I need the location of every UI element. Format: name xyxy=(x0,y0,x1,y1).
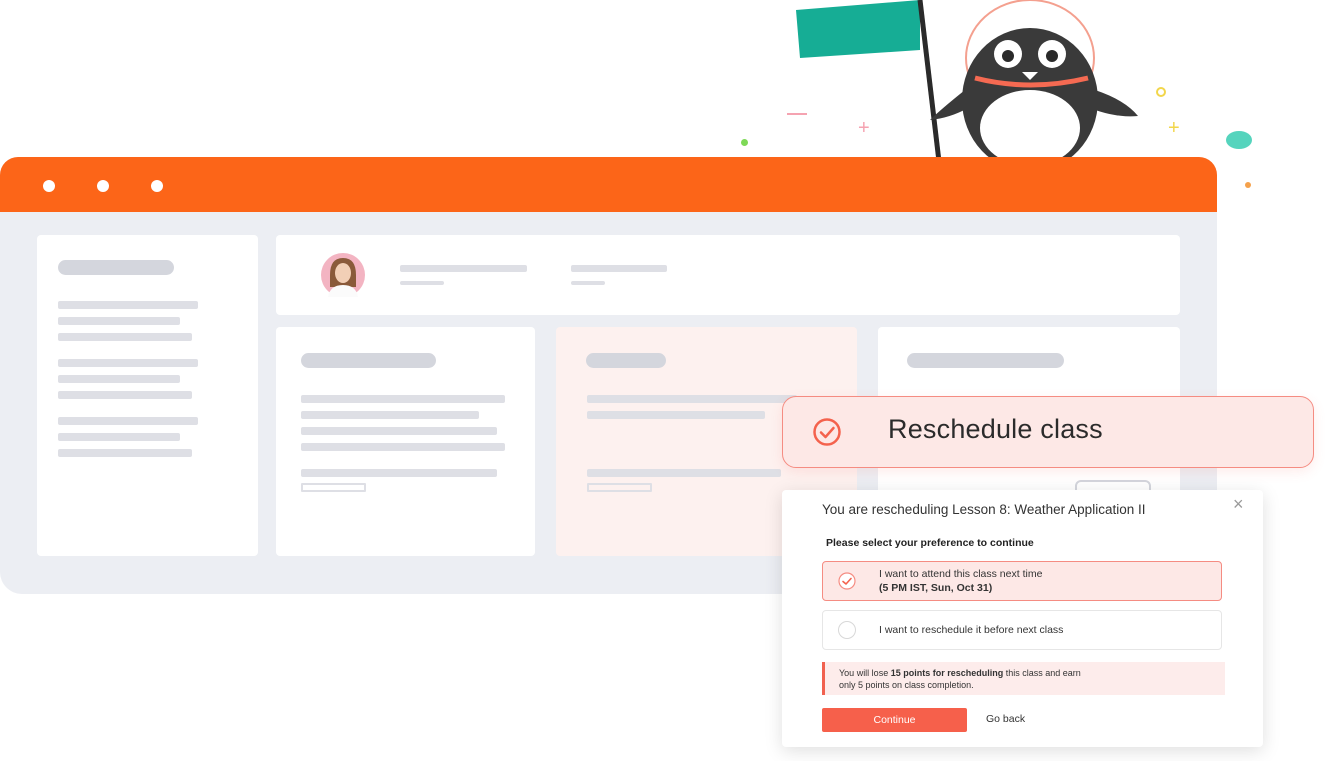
window-titlebar xyxy=(0,157,1217,212)
banner-title: Reschedule class xyxy=(888,414,1103,444)
dialog-subtitle: Please select your preference to continu… xyxy=(826,537,1034,549)
window-dot-3 xyxy=(151,180,163,192)
warning-text: You will lose 15 points for rescheduling… xyxy=(839,668,1081,691)
warning-line2: only 5 points on class completion. xyxy=(839,679,974,690)
profile-header-placeholder xyxy=(276,235,1180,315)
confetti-dot xyxy=(741,139,748,146)
option-label: I want to reschedule it before next clas… xyxy=(879,624,1064,636)
content-card-1 xyxy=(276,327,535,556)
confetti-plus-yellow: + xyxy=(1168,117,1180,139)
continue-button[interactable]: Continue xyxy=(822,708,967,732)
confetti-teal-dot xyxy=(1226,131,1252,149)
option-label: I want to attend this class next time xyxy=(879,568,1043,580)
radio-checked-icon[interactable] xyxy=(838,572,856,590)
option-attend-next-time[interactable]: I want to attend this class next time (5… xyxy=(822,561,1222,601)
flag-icon xyxy=(796,0,920,58)
option-reschedule-before-next[interactable]: I want to reschedule it before next clas… xyxy=(822,610,1222,650)
sidebar-placeholder xyxy=(37,235,258,556)
penguin-mascot-illustration xyxy=(796,0,1138,176)
warning-prefix: You will lose xyxy=(839,668,891,678)
confetti-orange-dot xyxy=(1245,182,1251,188)
check-circle-icon xyxy=(813,418,841,446)
reschedule-dialog: You are rescheduling Lesson 8: Weather A… xyxy=(782,490,1263,747)
go-back-link[interactable]: Go back xyxy=(986,713,1025,725)
reschedule-class-banner: Reschedule class xyxy=(782,396,1314,468)
window-dot-2 xyxy=(97,180,109,192)
confetti-ring xyxy=(1156,87,1166,97)
dialog-title: You are rescheduling Lesson 8: Weather A… xyxy=(822,502,1146,517)
close-icon[interactable]: × xyxy=(1233,494,1244,515)
option-detail: (5 PM IST, Sun, Oct 31) xyxy=(879,582,993,594)
radio-unchecked-icon[interactable] xyxy=(838,621,856,639)
warning-bold: 15 points for rescheduling xyxy=(890,668,1004,678)
points-warning: You will lose 15 points for rescheduling… xyxy=(822,662,1225,695)
warning-suffix: this class and earn xyxy=(1003,668,1081,678)
user-avatar xyxy=(321,253,365,297)
window-dot-1 xyxy=(43,180,55,192)
